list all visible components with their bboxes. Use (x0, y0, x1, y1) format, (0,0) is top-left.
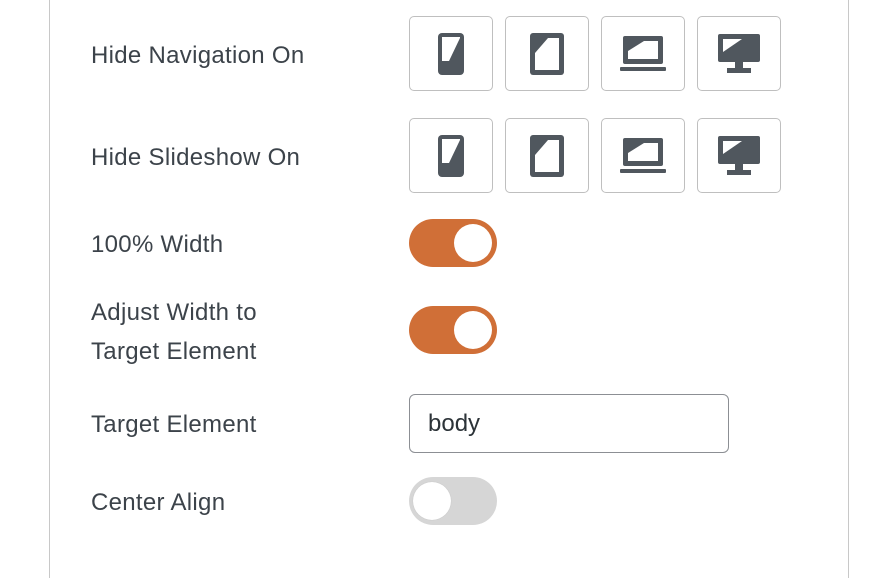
hide-slideshow-mobile-button[interactable] (409, 118, 493, 193)
laptop-icon (620, 137, 666, 173)
tablet-icon (530, 134, 564, 177)
hide-navigation-label: Hide Navigation On (91, 42, 305, 69)
desktop-icon (718, 135, 760, 175)
tablet-icon (530, 32, 564, 75)
hide-navigation-desktop-button[interactable] (697, 16, 781, 91)
hide-slideshow-label: Hide Slideshow On (91, 144, 301, 171)
full-width-toggle[interactable] (409, 219, 497, 267)
hide-slideshow-tablet-button[interactable] (505, 118, 589, 193)
adjust-width-label-line2: Target Element (91, 338, 257, 365)
laptop-icon (620, 35, 666, 71)
hide-navigation-laptop-button[interactable] (601, 16, 685, 91)
adjust-width-label-line1: Adjust Width to (91, 299, 257, 326)
target-element-input[interactable] (409, 394, 729, 453)
full-width-label: 100% Width (91, 231, 224, 258)
hide-navigation-tablet-button[interactable] (505, 16, 589, 91)
hide-navigation-mobile-button[interactable] (409, 16, 493, 91)
mobile-icon (438, 32, 464, 75)
toggle-knob (413, 482, 451, 520)
adjust-width-toggle[interactable] (409, 306, 497, 354)
center-align-label: Center Align (91, 489, 226, 516)
desktop-icon (718, 33, 760, 73)
center-align-toggle[interactable] (409, 477, 497, 525)
toggle-knob (454, 224, 492, 262)
mobile-icon (438, 134, 464, 177)
hide-slideshow-laptop-button[interactable] (601, 118, 685, 193)
hide-slideshow-desktop-button[interactable] (697, 118, 781, 193)
toggle-knob (454, 311, 492, 349)
target-element-label: Target Element (91, 411, 257, 438)
